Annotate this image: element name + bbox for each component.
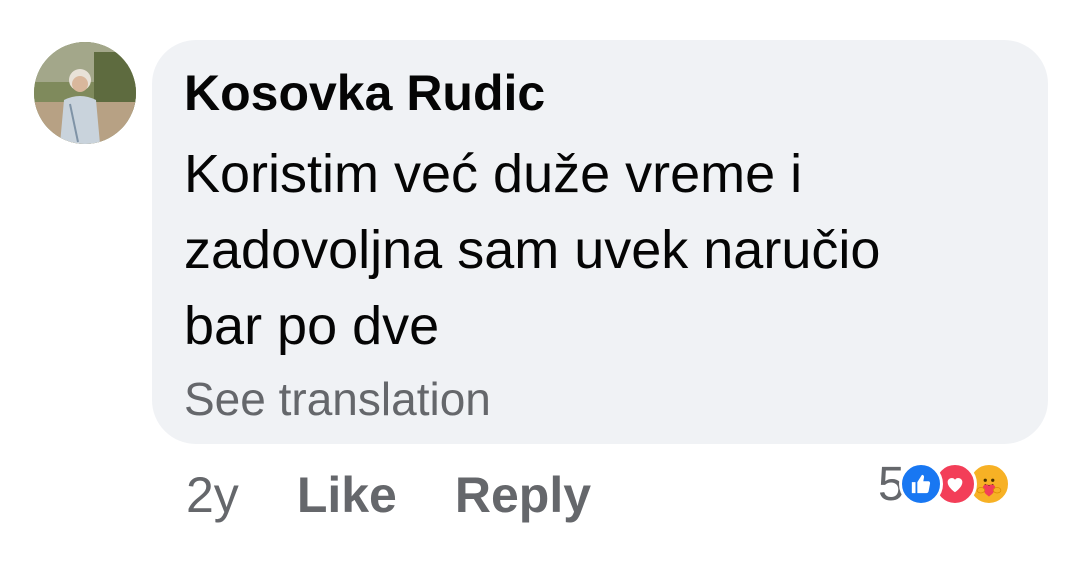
comment-actions: 2y Like Reply: [186, 464, 649, 526]
avatar-photo: [34, 42, 136, 144]
like-button[interactable]: Like: [297, 466, 397, 524]
like-icon: [898, 462, 943, 506]
comment-text-line: bar po dve: [184, 296, 440, 356]
reply-button[interactable]: Reply: [455, 466, 591, 524]
avatar[interactable]: [34, 42, 136, 144]
comment-text: Koristim već duže vreme i zadovoljna sam…: [184, 136, 1024, 364]
reaction-summary[interactable]: 5: [878, 456, 1011, 512]
comment-text-line: Koristim već duže vreme i: [184, 144, 803, 204]
comment-timestamp[interactable]: 2y: [186, 466, 239, 524]
comment-text-line: zadovoljna sam uvek naručio: [184, 220, 881, 280]
comment-author-name[interactable]: Kosovka Rudic: [184, 64, 545, 122]
see-translation-link[interactable]: See translation: [184, 372, 491, 426]
